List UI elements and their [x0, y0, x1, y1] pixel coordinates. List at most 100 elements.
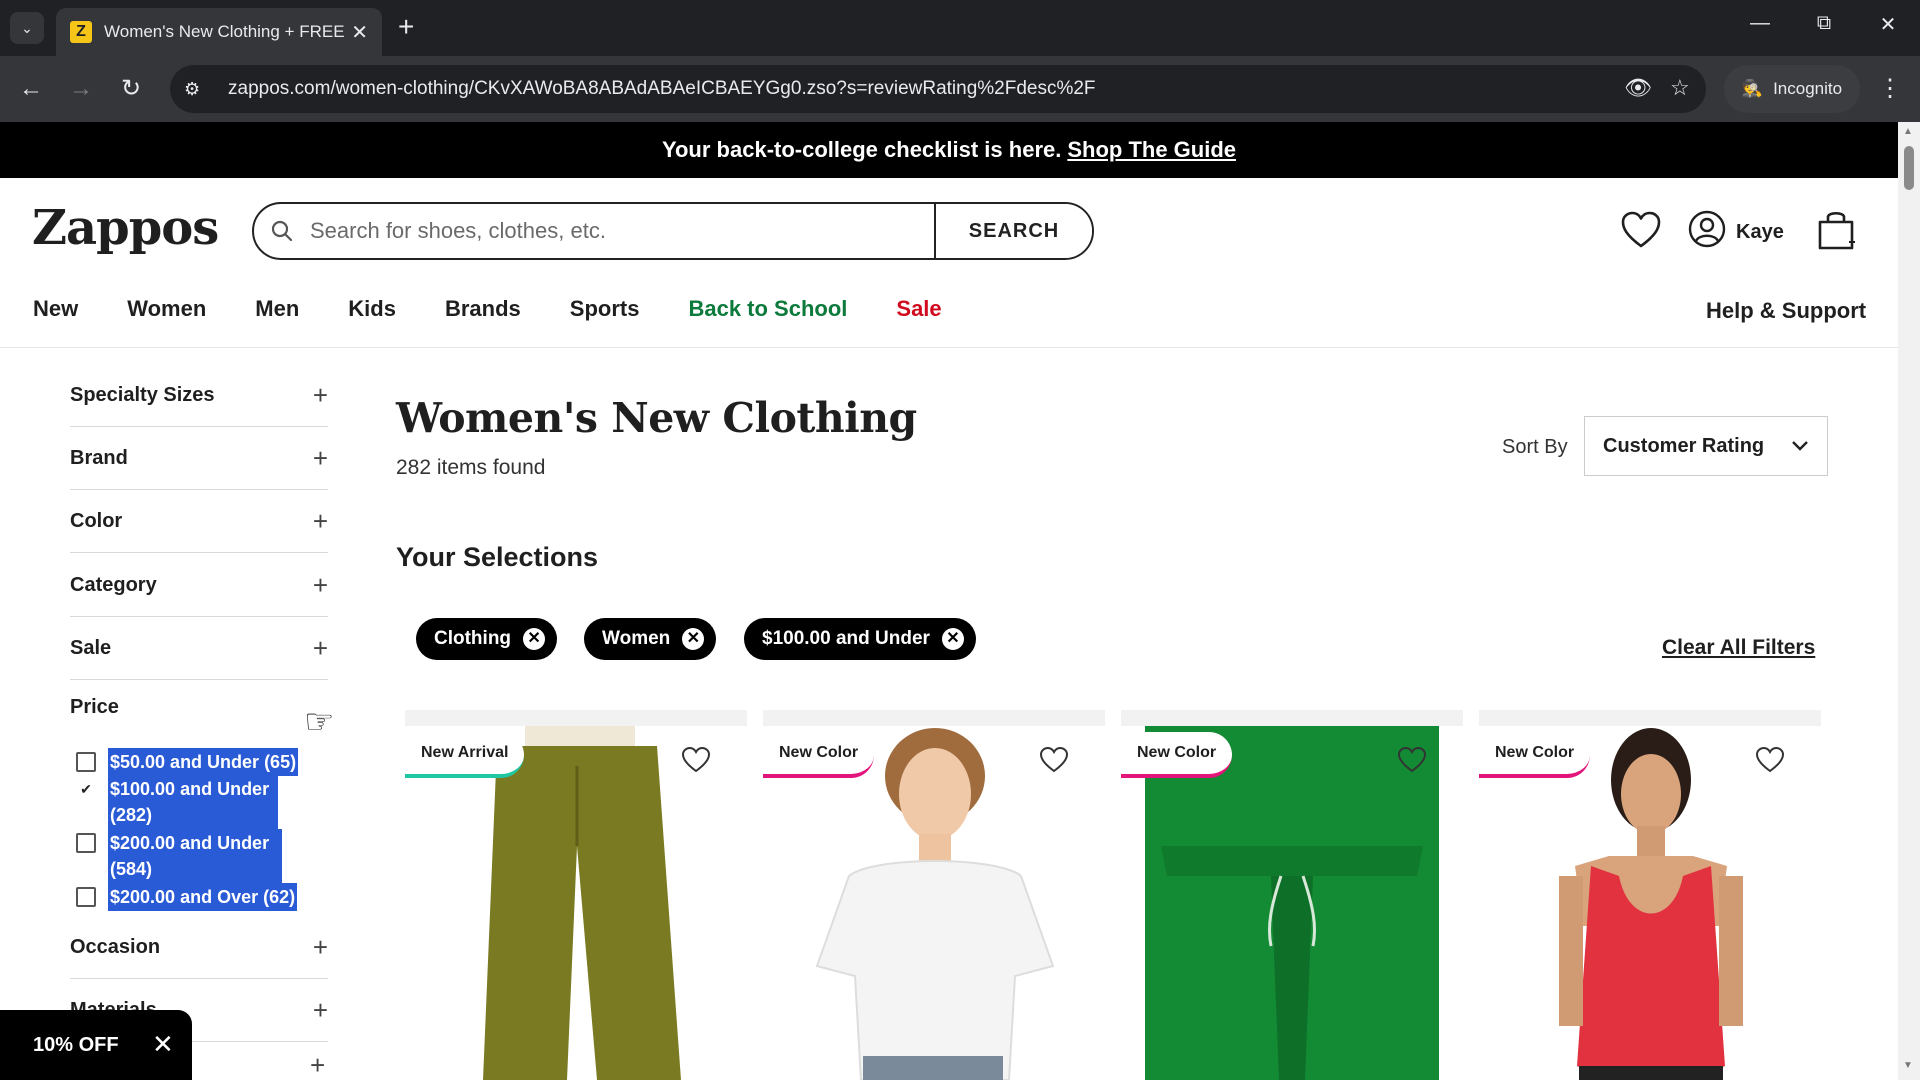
nav-item-men[interactable]: Men — [255, 296, 299, 322]
favorite-heart-icon[interactable] — [681, 746, 711, 779]
search-button[interactable]: SEARCH — [934, 204, 1092, 258]
chip-label: Women — [602, 628, 671, 649]
sort-value: Customer Rating — [1603, 434, 1765, 457]
nav-item-brands[interactable]: Brands — [445, 296, 521, 322]
forward-arrow-icon[interactable]: → — [64, 73, 98, 105]
expand-plus-icon[interactable]: + — [313, 506, 328, 537]
reload-icon[interactable]: ↻ — [114, 73, 148, 105]
scroll-up-icon[interactable]: ▲ — [1903, 126, 1913, 137]
product-image — [1479, 726, 1821, 1080]
facet-occasion[interactable]: Occasion + — [70, 917, 328, 979]
expand-plus-icon[interactable]: + — [313, 570, 328, 601]
site-info-icon[interactable]: ⚙ — [184, 79, 214, 100]
product-image — [405, 726, 747, 1080]
product-card[interactable]: New Arrival — [405, 710, 747, 1080]
filter-chip[interactable]: Women ✕ — [584, 618, 717, 660]
search-input[interactable] — [310, 204, 934, 258]
facet-sale[interactable]: Sale + — [70, 618, 328, 680]
zappos-favicon-icon: Z — [70, 21, 92, 43]
url-text[interactable]: zappos.com/women-clothing/CKvXAWoBA8ABAd… — [228, 78, 1096, 100]
browser-tab[interactable]: Z Women's New Clothing + FREE ✕ — [56, 8, 382, 56]
window-close-icon[interactable]: ✕ — [1868, 12, 1908, 37]
expand-plus-icon[interactable]: + — [313, 380, 328, 411]
filter-chip[interactable]: Clothing ✕ — [416, 618, 558, 660]
tab-search-chevron-icon[interactable]: ⌄ — [10, 12, 44, 44]
favorite-heart-icon[interactable] — [1397, 746, 1427, 779]
user-icon — [1688, 210, 1726, 254]
scrollbar-thumb[interactable] — [1904, 146, 1914, 190]
favorite-heart-icon[interactable] — [1755, 746, 1785, 779]
discount-offer-tab[interactable]: 10% OFF ✕ — [0, 1010, 192, 1080]
product-card[interactable]: New Color — [1121, 710, 1463, 1080]
price-checkbox[interactable] — [76, 833, 96, 853]
incognito-icon: 🕵 — [1741, 79, 1764, 98]
search-bar: SEARCH — [252, 202, 1094, 260]
eye-off-icon[interactable]: 👁 — [1624, 75, 1652, 101]
browser-menu-icon[interactable]: ⋮ — [1878, 74, 1902, 103]
price-checkbox-checked[interactable]: ✔ — [76, 779, 96, 799]
chip-label: $100.00 and Under — [762, 628, 930, 649]
facet-specialty-sizes[interactable]: Specialty Sizes + — [70, 365, 328, 427]
address-bar[interactable]: ⚙ zappos.com/women-clothing/CKvXAWoBA8AB… — [170, 65, 1706, 113]
price-option[interactable]: $200.00 and Over (62) — [76, 883, 298, 911]
facet-color[interactable]: Color + — [70, 491, 328, 553]
scroll-down-icon[interactable]: ▼ — [1903, 1060, 1913, 1071]
facet-label: Specialty Sizes — [70, 384, 215, 406]
zappos-logo[interactable]: Zappos — [32, 200, 219, 256]
page-scrollbar[interactable]: ▲ ▼ — [1898, 122, 1920, 1080]
remove-filter-icon[interactable]: ✕ — [682, 628, 705, 650]
remove-filter-icon[interactable]: ✕ — [523, 628, 546, 650]
facet-price-heading[interactable]: Price — [70, 696, 119, 719]
expand-plus-icon[interactable]: + — [313, 633, 328, 664]
favorite-heart-icon[interactable] — [1039, 746, 1069, 779]
product-card[interactable]: New Color — [1479, 710, 1821, 1080]
favorites-heart-icon[interactable] — [1620, 210, 1662, 255]
facet-brand[interactable]: Brand + — [70, 428, 328, 490]
sort-select[interactable]: Customer Rating — [1584, 416, 1828, 476]
price-option[interactable]: $50.00 and Under (65) — [76, 748, 299, 776]
expand-plus-icon[interactable]: + — [313, 995, 328, 1026]
facet-label: Sale — [70, 637, 112, 659]
main-nav: New Women Men Kids Brands Sports Back to… — [33, 296, 991, 322]
product-card[interactable]: New Color — [763, 710, 1105, 1080]
bookmark-star-icon[interactable]: ☆ — [1670, 75, 1690, 101]
tab-title: Women's New Clothing + FREE — [104, 22, 344, 41]
facet-label: Brand — [70, 447, 128, 469]
expand-plus-icon[interactable]: + — [313, 443, 328, 474]
remove-filter-icon[interactable]: ✕ — [941, 628, 964, 650]
facet-category[interactable]: Category + — [70, 555, 328, 617]
help-support-link[interactable]: Help & Support — [1706, 298, 1866, 324]
expand-plus-icon[interactable]: + — [313, 932, 328, 963]
expand-plus-icon[interactable]: + — [310, 1050, 325, 1080]
cart-bag-icon[interactable] — [1816, 208, 1856, 257]
price-checkbox[interactable] — [76, 752, 96, 772]
product-badge: New Color — [1479, 732, 1591, 778]
price-option[interactable]: $200.00 and Under (584) — [76, 829, 282, 883]
clear-all-filters-link[interactable]: Clear All Filters — [1662, 636, 1815, 660]
price-option-label: $200.00 and Over (62) — [108, 883, 298, 911]
facet-label: Category — [70, 574, 157, 596]
new-tab-plus-icon[interactable]: + — [398, 12, 414, 42]
minimize-icon[interactable]: — — [1740, 12, 1780, 35]
product-image — [1121, 726, 1463, 1080]
selections-heading: Your Selections — [396, 542, 599, 572]
incognito-indicator[interactable]: 🕵 Incognito — [1724, 65, 1860, 113]
nav-item-sports[interactable]: Sports — [570, 296, 640, 322]
price-option[interactable]: ✔ $100.00 and Under (282) — [76, 775, 278, 829]
account-menu[interactable]: Kaye — [1688, 210, 1784, 254]
nav-item-new[interactable]: New — [33, 296, 78, 322]
tab-close-icon[interactable]: ✕ — [351, 20, 368, 45]
price-option-label: $200.00 and Under (584) — [108, 829, 282, 883]
close-icon[interactable]: ✕ — [152, 1029, 174, 1060]
search-icon — [254, 204, 310, 258]
restore-icon[interactable]: ⧉ — [1804, 12, 1844, 35]
nav-item-back-to-school[interactable]: Back to School — [688, 296, 847, 322]
promo-link[interactable]: Shop The Guide — [1067, 137, 1236, 163]
nav-item-kids[interactable]: Kids — [348, 296, 396, 322]
filter-chip[interactable]: $100.00 and Under ✕ — [744, 618, 976, 660]
price-checkbox[interactable] — [76, 887, 96, 907]
nav-item-sale[interactable]: Sale — [896, 296, 941, 322]
price-option-label: $100.00 and Under (282) — [108, 775, 278, 829]
nav-item-women[interactable]: Women — [127, 296, 206, 322]
back-arrow-icon[interactable]: ← — [14, 73, 48, 105]
